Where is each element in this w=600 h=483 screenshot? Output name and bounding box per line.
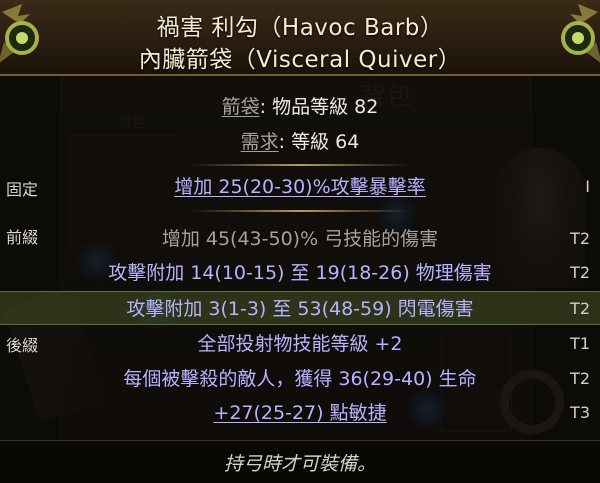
- mod-text: +27(25-27) 點敏捷: [213, 402, 387, 424]
- mod-text: 每個被擊殺的敵人，獲得 36(29-40) 生命: [123, 368, 477, 390]
- mod-tier: T2: [570, 263, 590, 282]
- mod-row: 全部投射物技能等級 +2 T1: [0, 327, 600, 361]
- mod-tier: T1: [570, 334, 590, 353]
- tooltip-header: 禍害 利勾（Havoc Barb） 內臟箭袋（Visceral Quiver）: [0, 0, 600, 76]
- mod-text: 全部投射物技能等級 +2: [197, 333, 403, 355]
- mod-tier: I: [585, 177, 590, 196]
- item-type-label: 箭袋: [221, 96, 260, 118]
- separator: [190, 210, 410, 212]
- mod-text: 增加 45(43-50)% 弓技能的傷害: [161, 228, 439, 250]
- mod-tier: T3: [570, 403, 590, 422]
- requirement-value: : 等級 64: [278, 131, 360, 153]
- mod-tier: T2: [570, 369, 590, 388]
- mod-row: 每個被擊殺的敵人，獲得 36(29-40) 生命 T2: [0, 362, 600, 396]
- item-base-type: 內臟箭袋（Visceral Quiver）: [138, 47, 462, 73]
- item-tooltip: 禍害 利勾（Havoc Barb） 內臟箭袋（Visceral Quiver） …: [0, 0, 600, 483]
- mod-text: 攻擊附加 3(1-3) 至 53(48-59) 閃電傷害: [126, 298, 474, 320]
- item-level-row: 箭袋: 物品等級 82: [0, 90, 600, 124]
- requirement-label-text: 需求: [240, 131, 279, 153]
- requirement-row: 需求: 等級 64: [0, 125, 600, 159]
- mod-row: 增加 25(20-30)%攻擊暴擊率 I: [0, 170, 600, 204]
- mod-row: 攻擊附加 14(10-15) 至 19(18-26) 物理傷害 T2: [0, 256, 600, 290]
- item-level-value: : 物品等級 82: [259, 96, 379, 118]
- separator: [190, 164, 410, 166]
- mod-text: 攻擊附加 14(10-15) 至 19(18-26) 物理傷害: [108, 262, 492, 284]
- equip-requirement-note: 持弓時才可裝備。: [223, 453, 376, 475]
- mod-text: 增加 25(20-30)%攻擊暴擊率: [174, 176, 426, 198]
- item-name: 禍害 利勾（Havoc Barb）: [156, 15, 444, 41]
- mod-tier: T2: [570, 229, 590, 248]
- tooltip-footer: 持弓時才可裝備。: [0, 440, 600, 483]
- mod-tier: T2: [570, 299, 590, 318]
- mod-row-highlighted[interactable]: 攻擊附加 3(1-3) 至 53(48-59) 閃電傷害 T2: [0, 291, 600, 325]
- mod-row: +27(25-27) 點敏捷 T3: [0, 396, 600, 430]
- mod-row: 增加 45(43-50)% 弓技能的傷害 T2: [0, 222, 600, 256]
